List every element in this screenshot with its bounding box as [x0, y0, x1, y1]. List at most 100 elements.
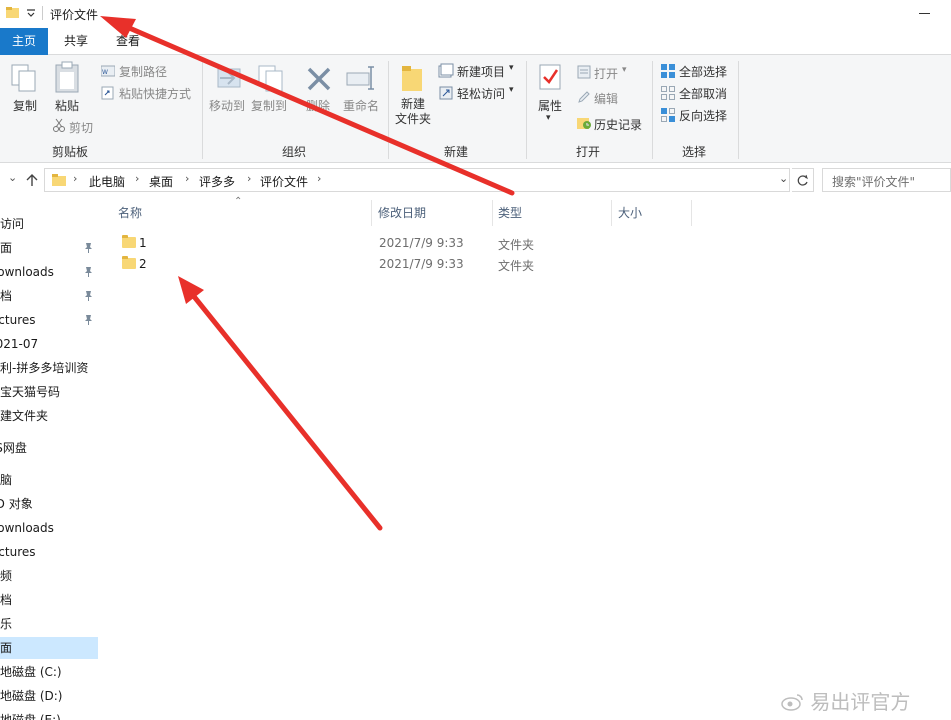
ribbon: 复制 粘贴 W 复制路径 粘贴快捷方式 剪切 剪贴板 移动到 复制到 删除 重命…: [0, 55, 951, 163]
search-input[interactable]: 搜索"评价文件": [822, 168, 951, 192]
nav-item[interactable]: 新建文件夹: [0, 405, 98, 427]
new-folder-icon: [402, 66, 422, 91]
tab-view[interactable]: 查看: [106, 28, 150, 55]
tab-home[interactable]: 主页: [0, 28, 48, 55]
clipboard-group-label: 剪贴板: [51, 145, 88, 159]
address-dropdown-icon[interactable]: ⌄: [779, 172, 788, 185]
properties-button[interactable]: 属性: [532, 99, 568, 114]
up-arrow-icon[interactable]: [25, 173, 39, 187]
cut-icon: [53, 118, 65, 132]
history-button[interactable]: 历史记录: [594, 116, 642, 133]
title-separator: [42, 6, 43, 20]
file-row[interactable]: 2 2021/7/9 9:33 文件夹: [100, 253, 700, 274]
nav-item-label: 音乐: [0, 617, 13, 631]
column-separator[interactable]: [611, 200, 612, 226]
paste-shortcut-button[interactable]: 粘贴快捷方式: [119, 85, 191, 102]
breadcrumb-separator-icon[interactable]: ›: [73, 172, 77, 185]
file-row[interactable]: 1 2021/7/9 9:33 文件夹: [100, 232, 700, 253]
refresh-button[interactable]: [792, 168, 814, 192]
breadcrumb-desktop[interactable]: 桌面: [149, 173, 173, 190]
folder-icon: [6, 7, 19, 18]
nav-item[interactable]: Pictures: [0, 309, 98, 331]
rename-button[interactable]: 重命名: [340, 99, 382, 114]
open-dropdown-icon[interactable]: ▾: [622, 65, 627, 75]
nav-item[interactable]: PS网盘: [0, 437, 98, 459]
paste-button[interactable]: 粘贴: [52, 99, 82, 114]
select-all-button[interactable]: 全部选择: [679, 63, 727, 80]
tab-share[interactable]: 共享: [54, 28, 98, 55]
copy-icon: [11, 64, 36, 92]
breadcrumb-this-pc[interactable]: 此电脑: [89, 173, 125, 190]
recent-locations-chevron-icon[interactable]: ⌄: [8, 171, 17, 184]
nav-item[interactable]: 桌面: [0, 237, 98, 259]
address-bar[interactable]: › 此电脑 › 桌面 › 评多多 › 评价文件 › ⌄: [44, 168, 790, 192]
pin-icon[interactable]: [84, 290, 93, 302]
copy-to-icon: [258, 65, 283, 92]
open-button[interactable]: 打开: [594, 65, 618, 82]
easy-access-icon: [439, 86, 453, 100]
quick-access-dropdown-icon[interactable]: [26, 8, 36, 18]
invert-selection-button[interactable]: 反向选择: [679, 107, 727, 124]
nav-item[interactable]: 资利-拼多多培训资: [0, 357, 98, 379]
nav-item[interactable]: 3D 对象: [0, 493, 98, 515]
nav-item-label: Downloads: [0, 521, 54, 535]
move-to-button[interactable]: 移动到: [206, 99, 248, 114]
pin-icon[interactable]: [84, 314, 93, 326]
nav-item-label: PS网盘: [0, 441, 27, 455]
column-header-name[interactable]: 名称: [118, 204, 142, 221]
nav-item[interactable]: 本地磁盘 (D:): [0, 685, 98, 707]
nav-item[interactable]: 淘宝天猫号码: [0, 381, 98, 403]
nav-item-label: 文档: [0, 593, 13, 607]
nav-item[interactable]: 本地磁盘 (E:): [0, 709, 98, 720]
history-icon: [577, 118, 591, 129]
cut-button[interactable]: 剪切: [69, 119, 93, 136]
nav-item[interactable]: 文档: [0, 285, 98, 307]
column-header-type[interactable]: 类型: [498, 204, 522, 221]
breadcrumb-current-folder[interactable]: 评价文件: [260, 173, 308, 190]
nav-item[interactable]: 本地磁盘 (C:): [0, 661, 98, 683]
easy-access-button[interactable]: 轻松访问: [457, 85, 505, 102]
nav-item[interactable]: Pictures: [0, 541, 98, 563]
nav-item-label: Pictures: [0, 545, 36, 559]
sort-ascending-icon: ⌃: [234, 196, 243, 207]
nav-item[interactable]: 视频: [0, 565, 98, 587]
copy-path-button[interactable]: 复制路径: [119, 63, 167, 80]
nav-item-label: 视频: [0, 569, 13, 583]
file-type: 文件夹: [498, 238, 535, 252]
nav-item[interactable]: 音乐: [0, 613, 98, 635]
organize-group-label: 组织: [281, 145, 306, 159]
nav-item[interactable]: 桌面: [0, 637, 98, 659]
nav-item[interactable]: 文档: [0, 589, 98, 611]
edit-button[interactable]: 编辑: [594, 90, 618, 107]
column-separator[interactable]: [691, 200, 692, 226]
column-header-size[interactable]: 大小: [618, 204, 642, 221]
column-header-date[interactable]: 修改日期: [378, 204, 426, 221]
breadcrumb-separator-icon[interactable]: ›: [135, 172, 139, 185]
properties-dropdown-icon[interactable]: ▾: [546, 113, 551, 123]
refresh-icon: [797, 174, 808, 186]
nav-item-label: 资利-拼多多培训资: [0, 361, 89, 375]
new-folder-button[interactable]: 新建 文件夹: [392, 97, 434, 127]
breadcrumb-separator-icon[interactable]: ›: [247, 172, 251, 185]
new-item-dropdown-icon[interactable]: ▾: [509, 63, 514, 73]
nav-item[interactable]: Downloads: [0, 517, 98, 539]
nav-item[interactable]: 2021-07: [0, 333, 98, 355]
column-separator[interactable]: [492, 200, 493, 226]
copy-to-button[interactable]: 复制到: [248, 99, 290, 114]
minimize-button[interactable]: [918, 4, 932, 18]
delete-button[interactable]: 删除: [300, 99, 336, 114]
title-bar: 评价文件: [0, 0, 951, 28]
pin-icon[interactable]: [84, 242, 93, 254]
breadcrumb-separator-icon[interactable]: ›: [185, 172, 189, 185]
easy-access-dropdown-icon[interactable]: ▾: [509, 85, 514, 95]
column-separator[interactable]: [371, 200, 372, 226]
new-item-button[interactable]: 新建项目: [457, 63, 505, 80]
select-none-button[interactable]: 全部取消: [679, 85, 727, 102]
nav-item[interactable]: 电脑: [0, 469, 98, 491]
breadcrumb-pingduoduo[interactable]: 评多多: [199, 173, 235, 190]
copy-button[interactable]: 复制: [10, 99, 40, 114]
nav-item[interactable]: Downloads: [0, 261, 98, 283]
nav-item[interactable]: 速访问: [0, 213, 98, 235]
pin-icon[interactable]: [84, 266, 93, 278]
breadcrumb-separator-icon[interactable]: ›: [317, 172, 321, 185]
